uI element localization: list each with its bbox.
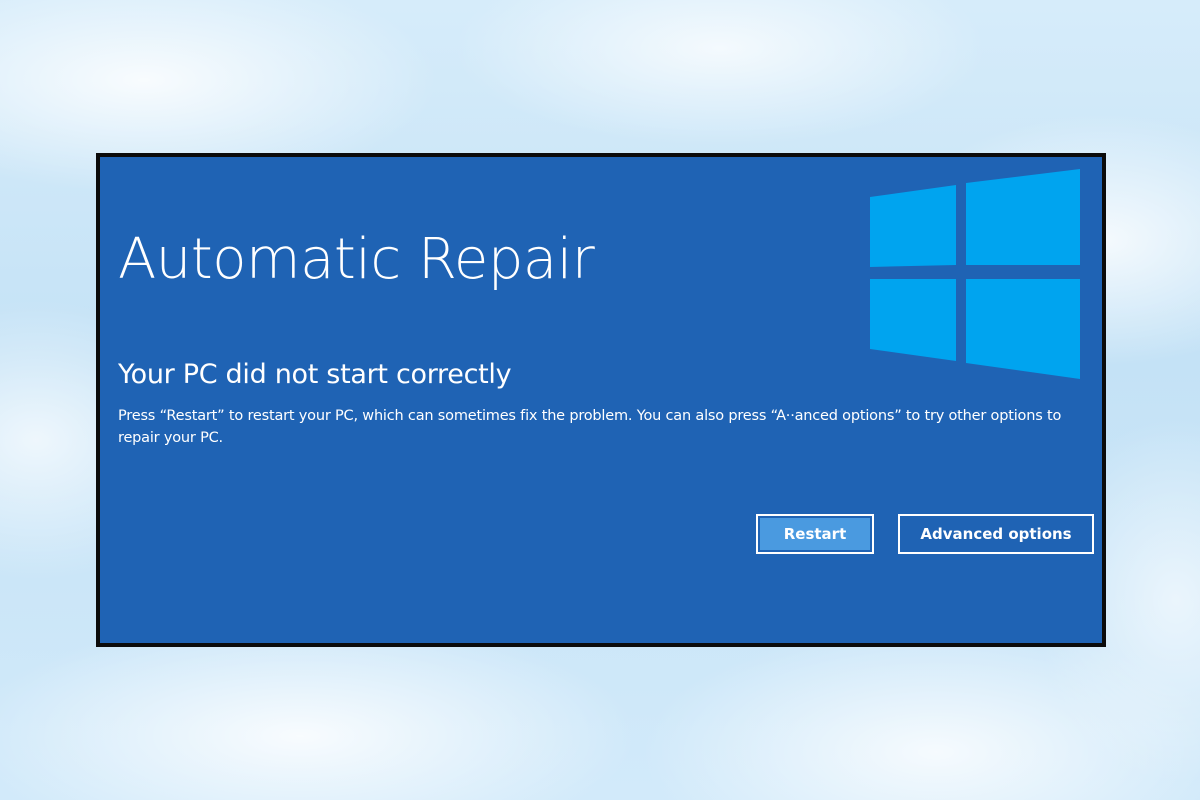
repair-message: Press “Restart” to restart your PC, whic… [118, 408, 1062, 446]
windows-logo-icon [870, 169, 1080, 379]
advanced-options-button[interactable]: Advanced options [898, 514, 1094, 554]
restart-button[interactable]: Restart [756, 514, 874, 554]
recovery-screen: Automatic Repair Your PC did not start c… [96, 153, 1106, 647]
page-subtitle: Your PC did not start correctly [118, 359, 512, 390]
page-title: Automatic Repair [118, 227, 595, 292]
